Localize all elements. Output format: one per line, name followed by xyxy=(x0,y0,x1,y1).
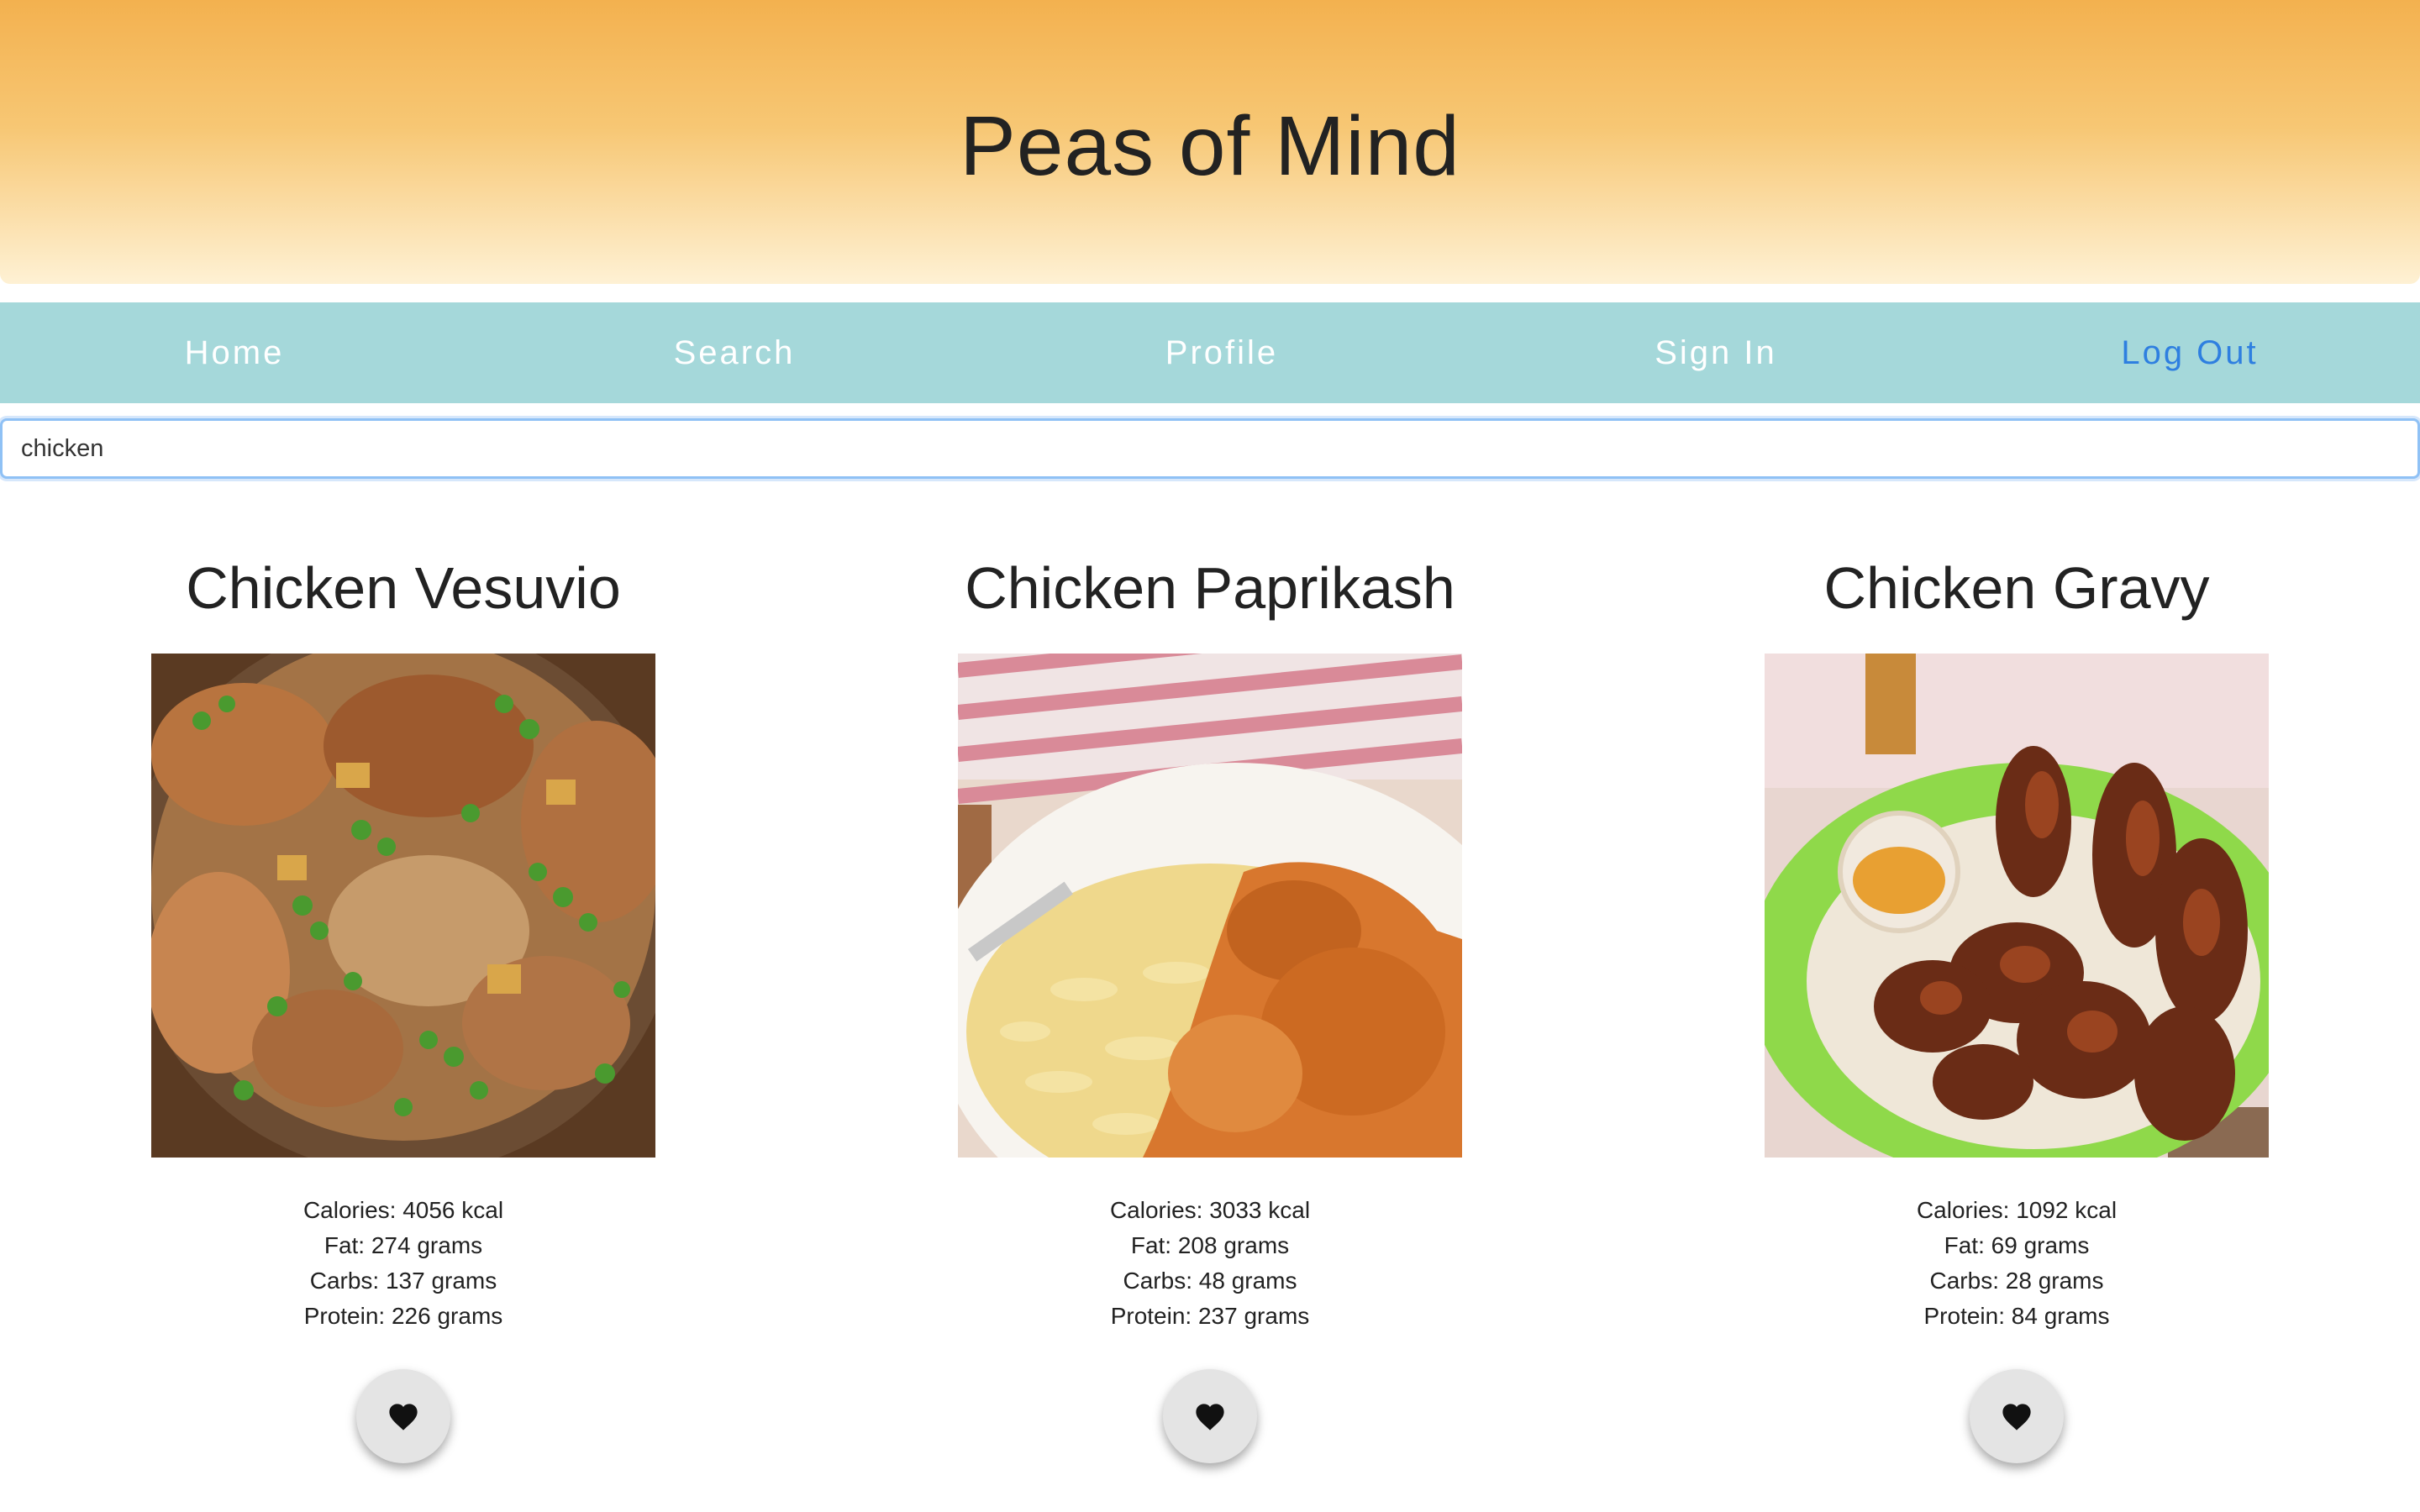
heart-icon xyxy=(389,1404,418,1431)
carbs-text: Carbs: 28 grams xyxy=(1929,1268,2104,1294)
nutrition-facts: Calories: 4056 kcal Fat: 274 grams Carbs… xyxy=(0,1193,807,1334)
nutrition-facts: Calories: 3033 kcal Fat: 208 grams Carbs… xyxy=(807,1193,1613,1334)
recipe-image-fried-chicken xyxy=(1765,654,2269,1158)
search-box xyxy=(0,418,2420,479)
nutrition-facts: Calories: 1092 kcal Fat: 69 grams Carbs:… xyxy=(1613,1193,2420,1334)
carbs-text: Carbs: 48 grams xyxy=(1123,1268,1297,1294)
protein-text: Protein: 237 grams xyxy=(1110,1303,1310,1329)
carbs-text: Carbs: 137 grams xyxy=(309,1268,497,1294)
nav-item-sign-in[interactable]: Sign In xyxy=(1548,302,1884,403)
site-header: Peas of Mind xyxy=(0,0,2420,284)
calories-text: Calories: 1092 kcal xyxy=(1916,1197,2118,1223)
recipe-card: Chicken Paprikash Calories: 3033 kcal Fa… xyxy=(807,538,1613,1512)
heart-icon xyxy=(1196,1404,1224,1431)
search-input[interactable] xyxy=(3,421,2417,476)
nav-item-profile[interactable]: Profile xyxy=(1054,302,1390,403)
nav-item-home[interactable]: Home xyxy=(66,302,402,403)
protein-text: Protein: 84 grams xyxy=(1923,1303,2110,1329)
fat-text: Fat: 208 grams xyxy=(1130,1232,1290,1258)
nav-item-search[interactable]: Search xyxy=(566,302,902,403)
recipe-card: Chicken Gravy Calories: 1092 kcal Fat: 6… xyxy=(1613,538,2420,1512)
recipe-image[interactable] xyxy=(151,654,655,1158)
recipe-image[interactable] xyxy=(958,654,1462,1158)
recipe-image[interactable] xyxy=(1765,654,2269,1158)
recipe-title: Chicken Vesuvio xyxy=(186,555,621,621)
recipe-image-chicken-paprikash xyxy=(958,654,1462,1158)
nav-bar: Home Search Profile Sign In Log Out xyxy=(0,302,2420,403)
site-title: Peas of Mind xyxy=(960,98,1460,193)
recipe-title: Chicken Gravy xyxy=(1823,555,2210,621)
fat-text: Fat: 274 grams xyxy=(324,1232,483,1258)
protein-text: Protein: 226 grams xyxy=(303,1303,503,1329)
heart-icon xyxy=(2002,1404,2031,1431)
nav-item-log-out[interactable]: Log Out xyxy=(2022,302,2358,403)
recipe-image-chicken-peas xyxy=(151,654,655,1158)
recipe-title: Chicken Paprikash xyxy=(965,555,1455,621)
calories-text: Calories: 3033 kcal xyxy=(1109,1197,1311,1223)
favorite-button[interactable] xyxy=(356,1369,450,1463)
fat-text: Fat: 69 grams xyxy=(1944,1232,2090,1258)
recipe-card: Chicken Vesuvio Calories: 4056 kcal Fat:… xyxy=(0,538,807,1512)
calories-text: Calories: 4056 kcal xyxy=(302,1197,504,1223)
favorite-button[interactable] xyxy=(1970,1369,2064,1463)
favorite-button[interactable] xyxy=(1163,1369,1257,1463)
